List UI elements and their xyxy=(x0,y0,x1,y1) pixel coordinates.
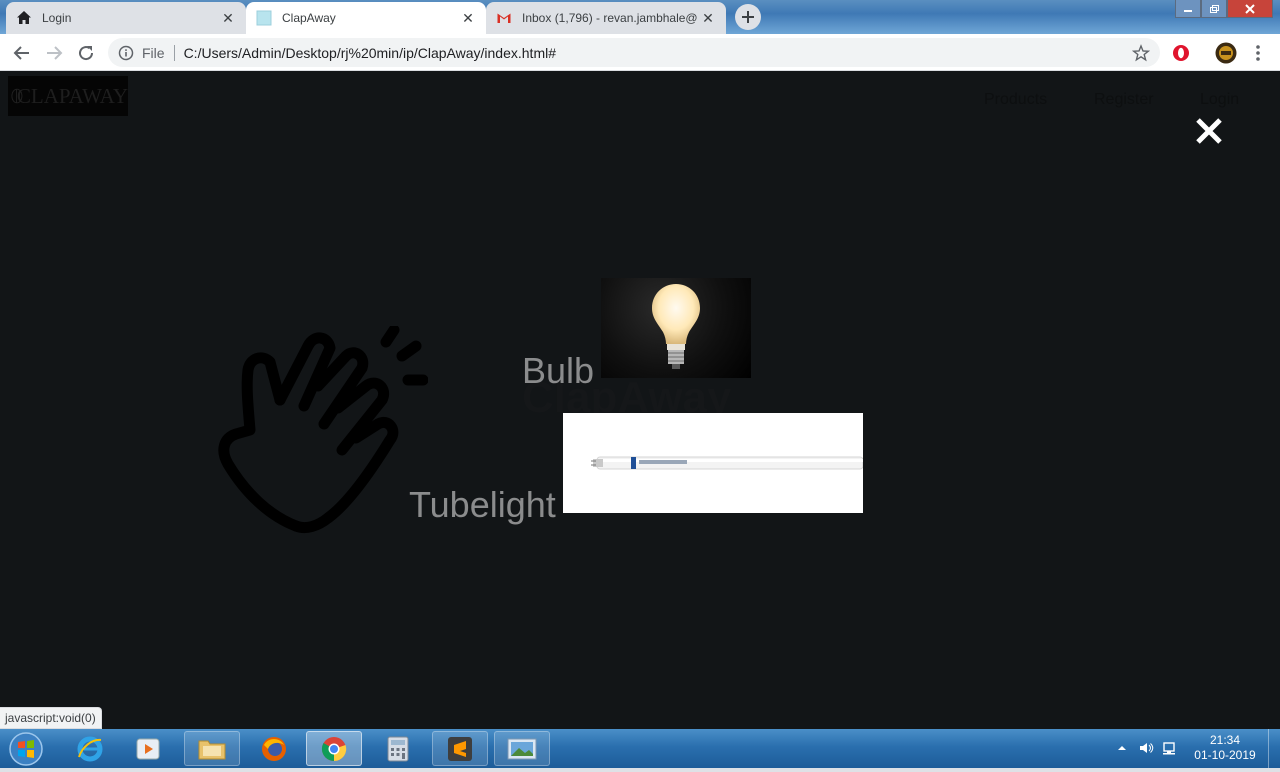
browser-tab-strip: Login ✕ ClapAway ✕ Inbox (1,796) - revan… xyxy=(0,0,1280,34)
taskbar-calculator[interactable] xyxy=(370,731,426,766)
tubelight-image[interactable] xyxy=(563,413,863,513)
firefox-icon xyxy=(262,736,286,761)
tab-title: Inbox (1,796) - revan.jambhale@ xyxy=(522,11,698,25)
show-hidden-icons[interactable] xyxy=(1114,740,1130,756)
logo-text: CLAPAWAY xyxy=(16,83,128,108)
taskbar-file-explorer[interactable] xyxy=(184,731,240,766)
plus-icon xyxy=(742,11,754,23)
browser-menu-button[interactable] xyxy=(1247,42,1269,64)
clapping-hands-icon xyxy=(218,326,428,534)
divider xyxy=(173,44,175,61)
media-player-icon xyxy=(136,738,160,759)
close-tab-icon[interactable]: ✕ xyxy=(220,10,236,26)
opera-extension-button[interactable] xyxy=(1170,42,1192,64)
volume-icon[interactable] xyxy=(1138,740,1154,756)
calculator-icon xyxy=(387,736,409,761)
site-info-label[interactable]: File xyxy=(142,45,165,61)
maximize-button[interactable] xyxy=(1201,0,1227,18)
close-window-icon xyxy=(1245,3,1255,14)
address-bar[interactable]: File C:/Users/Admin/Desktop/rj%20min/ip/… xyxy=(108,38,1160,67)
bulb-image[interactable] xyxy=(601,278,751,378)
taskbar-chrome[interactable] xyxy=(306,731,362,766)
close-window-button[interactable] xyxy=(1227,0,1273,18)
reload-icon xyxy=(79,46,94,61)
more-vertical-icon xyxy=(1256,45,1260,61)
info-icon[interactable] xyxy=(118,45,134,61)
close-icon[interactable] xyxy=(1193,115,1225,147)
reload-button[interactable] xyxy=(75,42,97,64)
home-icon xyxy=(16,10,32,26)
restore-icon xyxy=(1210,4,1219,13)
back-button[interactable] xyxy=(11,42,33,64)
show-desktop-button[interactable] xyxy=(1268,729,1280,768)
taskbar-firefox[interactable] xyxy=(246,731,302,766)
profile-avatar[interactable] xyxy=(1214,41,1238,65)
product-label-tubelight[interactable]: Tubelight xyxy=(409,484,556,526)
close-tab-icon[interactable]: ✕ xyxy=(700,10,716,26)
gmail-icon xyxy=(496,10,512,26)
page-favicon xyxy=(256,10,272,26)
system-clock[interactable]: 21:34 01-10-2019 xyxy=(1188,733,1262,763)
bookmark-star-icon[interactable] xyxy=(1132,43,1150,62)
taskbar-media-player[interactable] xyxy=(120,731,176,766)
browser-toolbar: File C:/Users/Admin/Desktop/rj%20min/ip/… xyxy=(0,34,1280,71)
site-logo[interactable]: CLAPAWAY xyxy=(8,76,128,116)
nav-login[interactable]: Login xyxy=(1200,91,1239,109)
chrome-icon xyxy=(321,736,347,761)
photo-viewer-icon xyxy=(507,738,537,759)
windows-taskbar: 21:34 01-10-2019 xyxy=(0,729,1280,768)
clock-date: 01-10-2019 xyxy=(1194,748,1256,762)
forward-button[interactable] xyxy=(43,42,65,64)
clock-time: 21:34 xyxy=(1209,733,1241,747)
product-label-bulb[interactable]: Bulb xyxy=(522,350,594,392)
forward-arrow-icon xyxy=(47,46,63,60)
avatar xyxy=(1215,42,1237,64)
tab-title: Login xyxy=(42,11,72,25)
url-text[interactable]: C:/Users/Admin/Desktop/rj%20min/ip/ClapA… xyxy=(184,45,1132,61)
sublime-text-icon xyxy=(448,736,472,761)
minimize-button[interactable] xyxy=(1175,0,1201,18)
taskbar-sublime-text[interactable] xyxy=(432,731,488,766)
back-arrow-icon xyxy=(13,46,29,60)
nav-products[interactable]: Products xyxy=(984,91,1047,109)
internet-explorer-icon xyxy=(77,736,103,761)
page-viewport: CLAPAWAY Products Register Login ClapAwa… xyxy=(0,71,1280,729)
close-tab-icon[interactable]: ✕ xyxy=(460,10,476,26)
taskbar-photo-viewer[interactable] xyxy=(494,731,550,766)
folder-icon xyxy=(198,740,226,759)
bulb-icon xyxy=(652,284,700,369)
windows-logo-icon xyxy=(9,732,43,766)
tab-login[interactable]: Login ✕ xyxy=(6,2,246,34)
tab-clapaway[interactable]: ClapAway ✕ xyxy=(246,2,486,34)
network-icon[interactable] xyxy=(1162,740,1178,756)
taskbar-internet-explorer[interactable] xyxy=(62,731,118,766)
new-tab-button[interactable] xyxy=(735,4,761,30)
nav-register[interactable]: Register xyxy=(1094,91,1154,109)
link-status-bar: javascript:void(0) xyxy=(0,707,102,729)
tubelight-icon xyxy=(591,456,863,470)
tab-title: ClapAway xyxy=(282,11,336,25)
start-button[interactable] xyxy=(6,731,46,767)
opera-icon xyxy=(1173,45,1189,61)
tab-gmail-inbox[interactable]: Inbox (1,796) - revan.jambhale@ ✕ xyxy=(486,2,726,34)
minimize-icon xyxy=(1184,9,1192,12)
